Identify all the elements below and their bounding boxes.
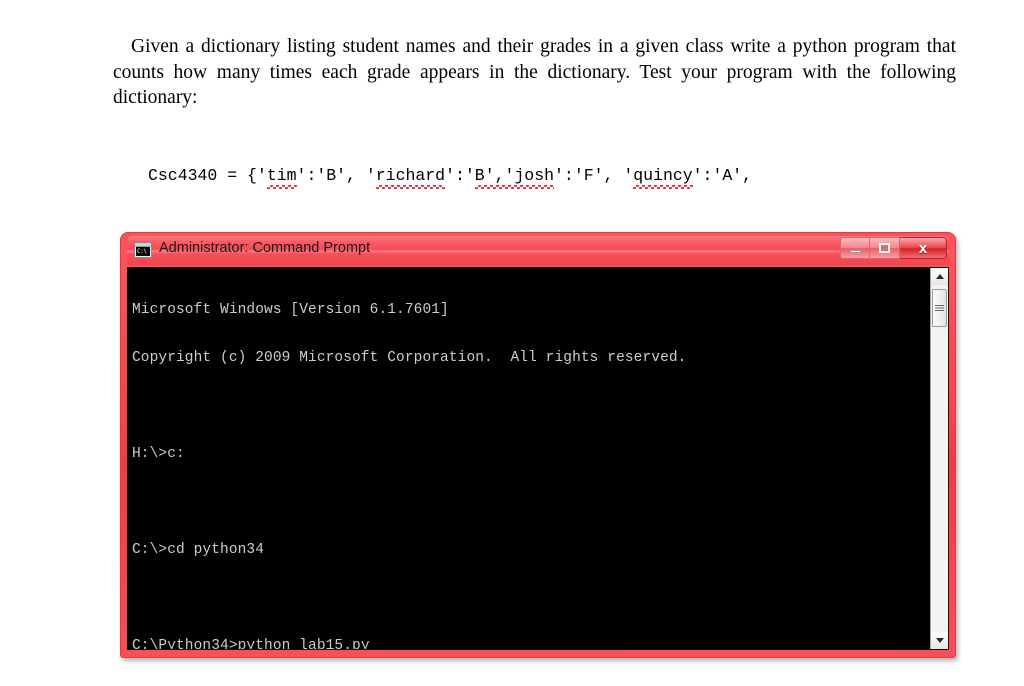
document-prose: Given a dictionary listing student names…	[113, 34, 956, 111]
command-prompt-icon: C:\	[134, 242, 152, 258]
scroll-down-arrow[interactable]	[931, 632, 948, 649]
console-line: Microsoft Windows [Version 6.1.7601]	[132, 302, 449, 318]
console-line: Copyright (c) 2009 Microsoft Corporation…	[132, 350, 687, 366]
misspelled-quincy: quincy	[633, 166, 694, 189]
misspelled-b-josh: B','josh	[474, 166, 555, 189]
scrollbar-track[interactable]	[931, 285, 948, 632]
triangle-up-icon	[935, 274, 944, 279]
code-seg: ':'F', '	[554, 166, 634, 185]
scroll-thumb[interactable]	[932, 289, 947, 327]
close-button[interactable]: x	[900, 237, 947, 259]
code-seg: ':'A',	[692, 166, 753, 185]
window-title-bar[interactable]: C:\ Administrator: Command Prompt x	[127, 236, 949, 265]
minimize-button[interactable]	[840, 237, 870, 259]
misspelled-richard: richard	[375, 166, 446, 189]
console-output[interactable]: Microsoft Windows [Version 6.1.7601] Cop…	[128, 268, 930, 649]
close-icon: x	[918, 239, 928, 257]
window-controls[interactable]: x	[840, 237, 947, 259]
console-line: H:\>c:	[132, 446, 185, 462]
window-title-text: Administrator: Command Prompt	[159, 240, 371, 256]
prose-paragraph: Given a dictionary listing student names…	[113, 36, 956, 108]
misspelled-tim: tim	[266, 166, 297, 189]
code-seg: ':'B', '	[296, 166, 376, 185]
console-line: C:\Python34>python lab15.py	[132, 638, 370, 649]
triangle-down-icon	[935, 638, 944, 643]
console-line: C:\>cd python34	[132, 542, 265, 558]
code-seg: Csc4340 = {'	[148, 166, 267, 185]
code-line-1: Csc4340 = {'tim':'B', 'richard':'B','jos…	[148, 164, 753, 189]
maximize-icon	[879, 243, 890, 253]
console-client-area[interactable]: Microsoft Windows [Version 6.1.7601] Cop…	[127, 267, 949, 650]
vertical-scrollbar[interactable]	[930, 268, 948, 649]
scroll-up-arrow[interactable]	[931, 268, 948, 285]
thumb-grip-icon	[935, 304, 944, 312]
icon-screen-text: C:\	[136, 247, 150, 256]
command-prompt-window[interactable]: C:\ Administrator: Command Prompt x Micr…	[120, 232, 956, 658]
maximize-button[interactable]	[870, 237, 900, 259]
minimize-icon	[849, 249, 861, 253]
code-seg: ':'	[445, 166, 475, 185]
